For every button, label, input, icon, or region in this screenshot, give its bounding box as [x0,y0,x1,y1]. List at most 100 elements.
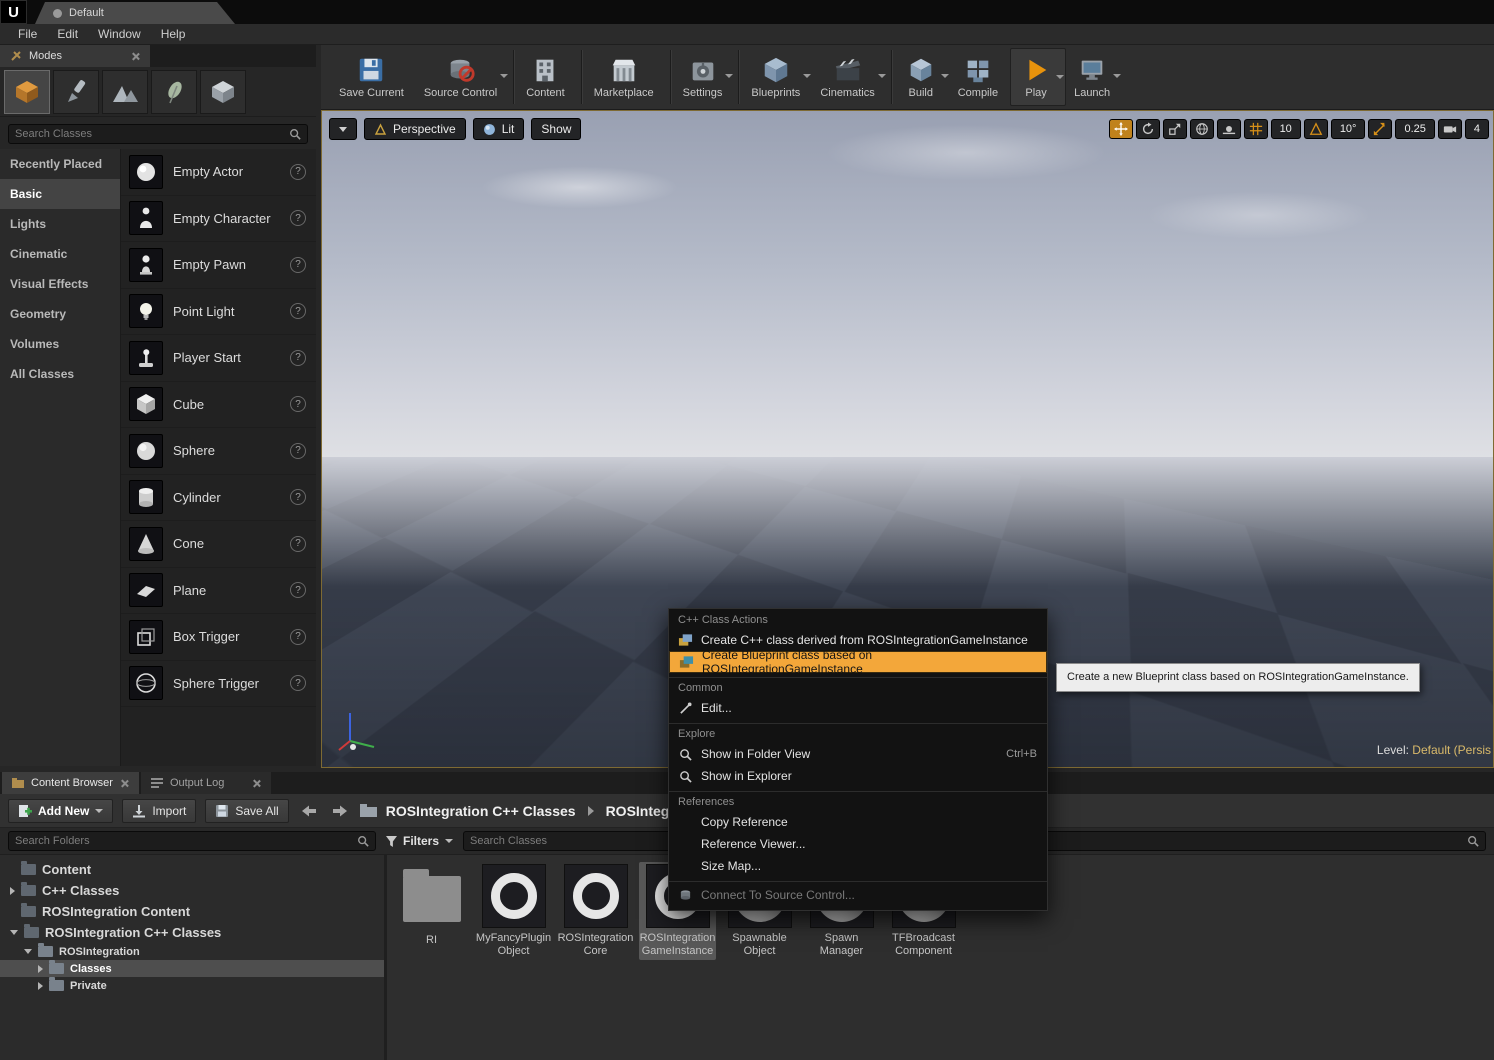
help-icon[interactable] [290,350,306,366]
help-icon[interactable] [290,675,306,691]
launch-button[interactable]: Launch [1066,48,1122,106]
tab-content-browser[interactable]: Content Browser [2,772,139,794]
expander-icon[interactable] [38,965,43,973]
dropdown-caret-icon[interactable] [1056,75,1064,79]
expander-icon[interactable] [10,887,15,895]
mode-geometry-button[interactable] [200,70,246,114]
close-icon[interactable] [131,52,140,61]
expander-icon[interactable] [10,930,18,935]
asset-folder-ri[interactable]: RI [393,862,470,949]
placeable-sphere-trigger[interactable]: Sphere Trigger [121,661,316,708]
placeable-plane[interactable]: Plane [121,568,316,615]
dropdown-caret-icon[interactable] [878,74,886,78]
content-button[interactable]: Content [518,48,577,106]
breadcrumb-root[interactable]: ROSIntegration C++ Classes [386,803,576,819]
move-tool-button[interactable] [1109,119,1133,139]
category-lights[interactable]: Lights [0,209,120,239]
category-volumes[interactable]: Volumes [0,329,120,359]
compile-button[interactable]: Compile [950,48,1010,106]
menu-window[interactable]: Window [88,24,151,44]
category-visual-effects[interactable]: Visual Effects [0,269,120,299]
tree-item-content[interactable]: Content [0,859,384,880]
surface-snap-toggle[interactable] [1217,119,1241,139]
mode-foliage-button[interactable] [151,70,197,114]
forward-button[interactable] [329,800,351,822]
expander-icon[interactable] [38,982,43,990]
dropdown-caret-icon[interactable] [725,74,733,78]
menu-item-edit[interactable]: Edit... [669,697,1047,719]
blueprints-button[interactable]: Blueprints [743,48,812,106]
dropdown-caret-icon[interactable] [1113,74,1121,78]
world-space-toggle[interactable] [1190,119,1214,139]
tab-modes[interactable]: Modes [0,45,150,67]
rotation-snap-toggle[interactable] [1304,119,1328,139]
placeable-player-start[interactable]: Player Start [121,335,316,382]
import-button[interactable]: Import [122,799,196,823]
level-value[interactable]: Default (Persis [1412,743,1491,757]
asset-myfancyplugin-object[interactable]: MyFancyPlugin Object [475,862,552,960]
menu-item-reference-viewer[interactable]: Reference Viewer... [669,833,1047,855]
help-icon[interactable] [290,629,306,645]
category-all-classes[interactable]: All Classes [0,359,120,389]
dropdown-caret-icon[interactable] [500,74,508,78]
marketplace-button[interactable]: Marketplace [586,48,666,106]
placeable-cube[interactable]: Cube [121,382,316,429]
placeable-empty-actor[interactable]: Empty Actor [121,149,316,196]
grid-snap-toggle[interactable] [1244,119,1268,139]
dropdown-caret-icon[interactable] [941,74,949,78]
save-current-button[interactable]: Save Current [331,48,416,106]
category-basic[interactable]: Basic [0,179,120,209]
cinematics-button[interactable]: Cinematics [812,48,886,106]
menu-edit[interactable]: Edit [47,24,88,44]
camera-speed-button[interactable] [1438,119,1462,139]
menu-file[interactable]: File [8,24,47,44]
placeable-point-light[interactable]: Point Light [121,289,316,336]
add-new-button[interactable]: Add New [8,799,113,823]
help-icon[interactable] [290,443,306,459]
help-icon[interactable] [290,489,306,505]
help-icon[interactable] [290,164,306,180]
tree-item-rosintegration[interactable]: ROSIntegration [0,943,384,960]
scale-tool-button[interactable] [1163,119,1187,139]
help-icon[interactable] [290,582,306,598]
dropdown-caret-icon[interactable] [803,74,811,78]
mode-landscape-button[interactable] [102,70,148,114]
rotate-tool-button[interactable] [1136,119,1160,139]
category-recently-placed[interactable]: Recently Placed [0,149,120,179]
modes-search-input[interactable] [15,128,284,140]
menu-item-show-in-folder-view[interactable]: Show in Folder View Ctrl+B [669,743,1047,765]
placeable-cylinder[interactable]: Cylinder [121,475,316,522]
help-icon[interactable] [290,303,306,319]
menu-item-create-blueprint-class[interactable]: Create Blueprint class based on ROSInteg… [669,651,1047,673]
help-icon[interactable] [290,257,306,273]
mode-paint-button[interactable] [53,70,99,114]
mode-place-button[interactable] [4,70,50,114]
tab-output-log[interactable]: Output Log [141,772,271,794]
menu-item-show-in-explorer[interactable]: Show in Explorer [669,765,1047,787]
menu-item-copy-reference[interactable]: Copy Reference [669,811,1047,833]
category-geometry[interactable]: Geometry [0,299,120,329]
tree-item-cpp-classes[interactable]: C++ Classes [0,880,384,901]
scale-snap-value[interactable]: 0.25 [1395,119,1434,139]
breadcrumb-current[interactable]: ROSInteg [606,803,670,819]
tree-item-rosintegration-content[interactable]: ROSIntegration Content [0,901,384,922]
filters-button[interactable]: Filters [386,834,453,848]
viewport-options-button[interactable] [329,118,357,140]
show-flags-button[interactable]: Show [531,118,581,140]
expander-icon[interactable] [24,949,32,954]
placeable-cone[interactable]: Cone [121,521,316,568]
menu-help[interactable]: Help [151,24,196,44]
tree-item-private[interactable]: Private [0,977,384,994]
placeable-empty-character[interactable]: Empty Character [121,196,316,243]
help-icon[interactable] [290,396,306,412]
menu-item-connect-source-control[interactable]: Connect To Source Control... [669,884,1047,906]
placeable-box-trigger[interactable]: Box Trigger [121,614,316,661]
category-cinematic[interactable]: Cinematic [0,239,120,269]
build-button[interactable]: Build [896,48,950,106]
source-control-button[interactable]: Source Control [416,48,509,106]
perspective-button[interactable]: Perspective [364,118,466,140]
tree-item-classes[interactable]: Classes [0,960,384,977]
placeable-empty-pawn[interactable]: Empty Pawn [121,242,316,289]
asset-rosintegration-core[interactable]: ROSIntegration Core [557,862,634,960]
grid-snap-value[interactable]: 10 [1271,119,1301,139]
